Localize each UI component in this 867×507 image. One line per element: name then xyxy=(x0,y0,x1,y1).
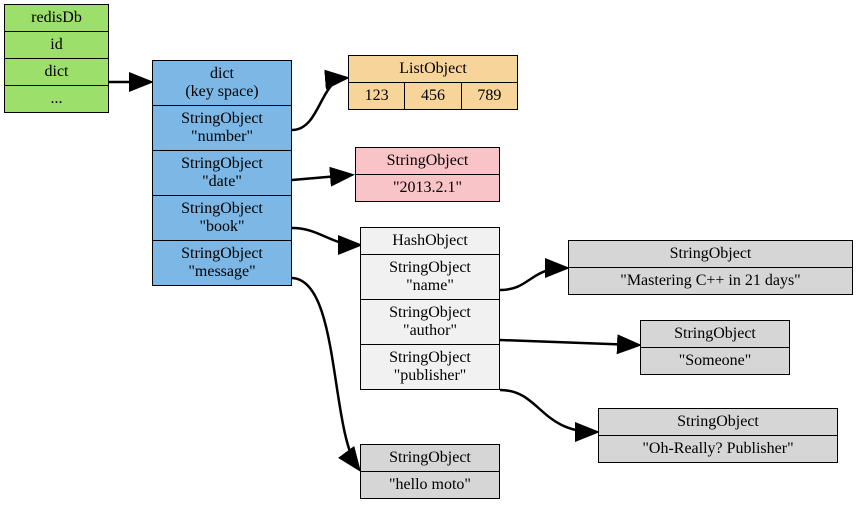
redisdb-id: id xyxy=(5,32,108,59)
dict-key-message: StringObject "message" xyxy=(153,241,291,285)
redisdb-node: redisDb id dict ... xyxy=(4,4,109,113)
author-value-value: "Someone" xyxy=(641,348,789,374)
hash-field-name: StringObject "name" xyxy=(361,255,499,300)
dict-node: dict (key space) StringObject "number" S… xyxy=(152,60,292,286)
redisdb-title: redisDb xyxy=(5,5,108,32)
hash-field-author: StringObject "author" xyxy=(361,300,499,345)
dict-key-date: StringObject "date" xyxy=(153,151,291,196)
dict-key-book: StringObject "book" xyxy=(153,196,291,241)
list-value-3: 789 xyxy=(462,83,517,109)
hash-field-publisher: StringObject "publisher" xyxy=(361,345,499,389)
dict-key-number: StringObject "number" xyxy=(153,106,291,151)
list-value-2: 456 xyxy=(405,83,461,109)
publisher-value-value: "Oh-Really? Publisher" xyxy=(599,436,837,462)
dict-title: dict (key space) xyxy=(153,61,291,106)
publisher-value-title: StringObject xyxy=(599,409,837,436)
publisher-value-node: StringObject "Oh-Really? Publisher" xyxy=(598,408,838,463)
date-string-value: "2013.2.1" xyxy=(356,175,499,201)
list-value-1: 123 xyxy=(349,83,405,109)
date-string-title: StringObject xyxy=(356,148,499,175)
author-value-title: StringObject xyxy=(641,321,789,348)
message-string-title: StringObject xyxy=(361,445,499,472)
message-string-value: "hello moto" xyxy=(361,472,499,498)
redisdb-more: ... xyxy=(5,86,108,112)
message-string-node: StringObject "hello moto" xyxy=(360,444,500,499)
redisdb-dict: dict xyxy=(5,59,108,86)
list-node: ListObject 123 456 789 xyxy=(348,55,518,110)
hash-title: HashObject xyxy=(361,228,499,255)
name-value-title: StringObject xyxy=(569,241,852,268)
list-title: ListObject xyxy=(349,56,517,83)
name-value-value: "Mastering C++ in 21 days" xyxy=(569,268,852,294)
author-value-node: StringObject "Someone" xyxy=(640,320,790,375)
date-string-node: StringObject "2013.2.1" xyxy=(355,147,500,202)
hash-node: HashObject StringObject "name" StringObj… xyxy=(360,227,500,390)
name-value-node: StringObject "Mastering C++ in 21 days" xyxy=(568,240,853,295)
